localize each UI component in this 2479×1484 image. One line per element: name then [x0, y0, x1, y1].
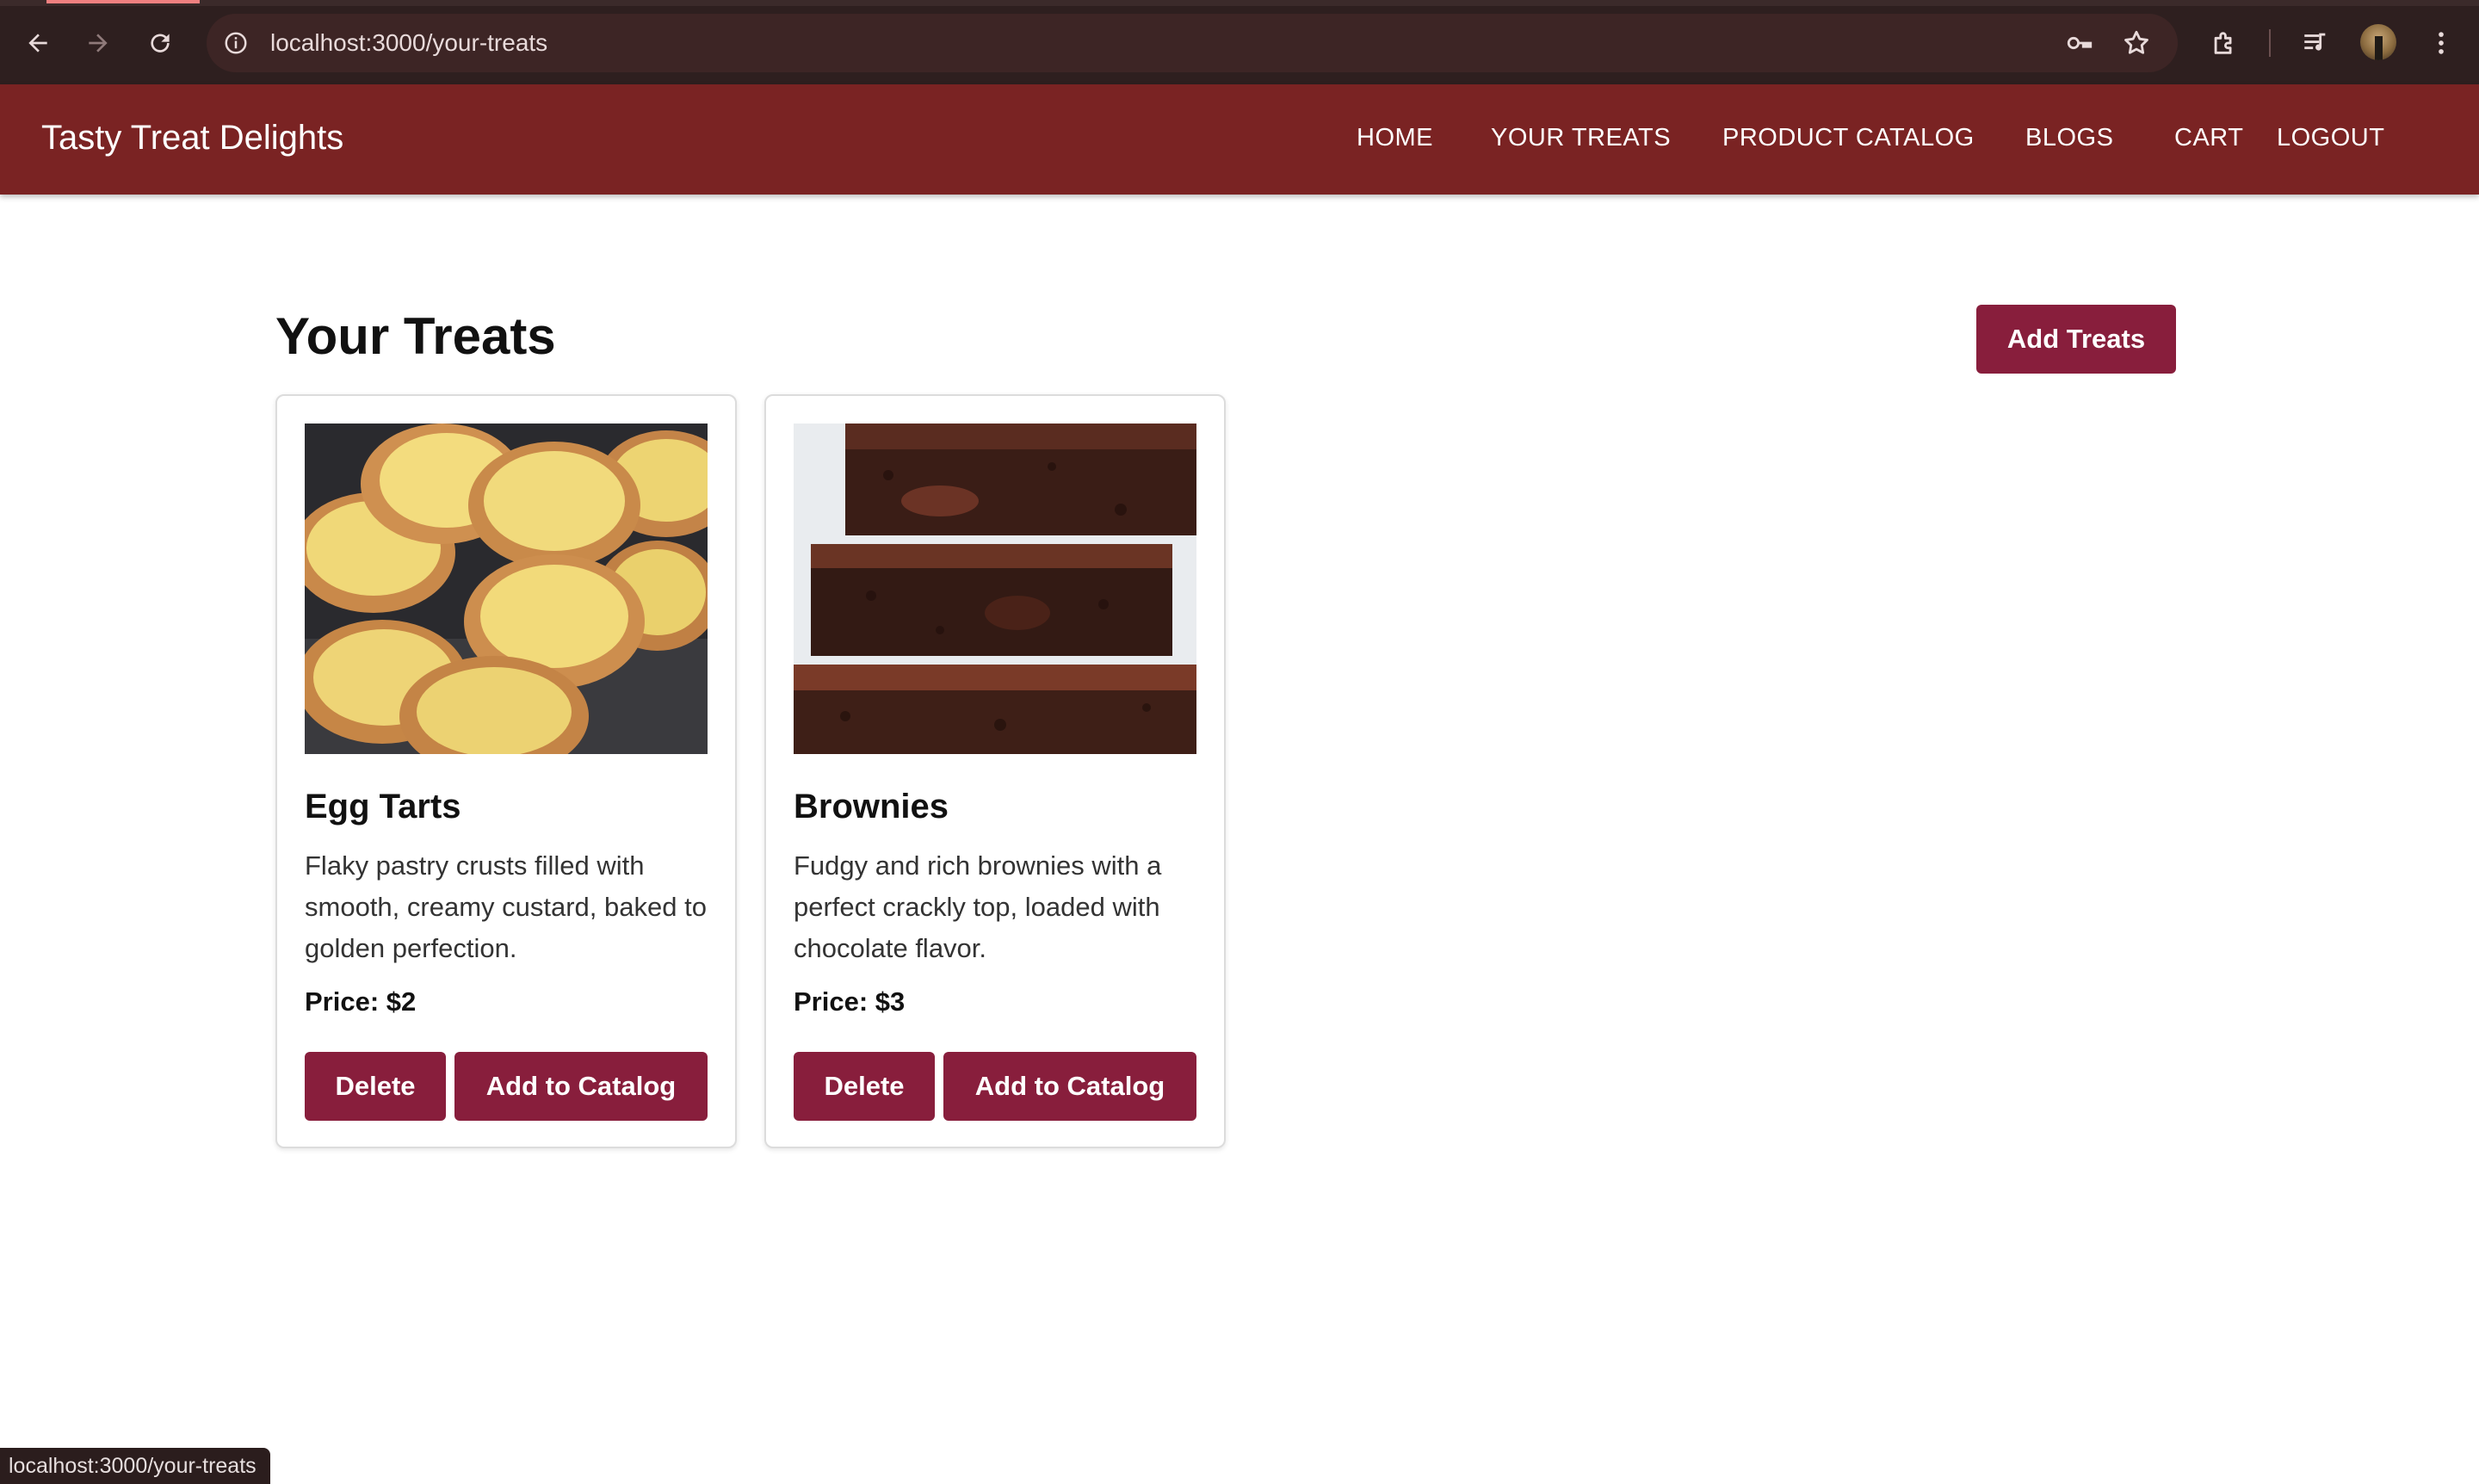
browser-toolbar: localhost:3000/your-treats	[0, 0, 2479, 84]
nav-logout[interactable]: LOGOUT	[2277, 122, 2384, 153]
add-treats-button[interactable]: Add Treats	[1976, 305, 2176, 374]
reload-icon[interactable]	[139, 22, 181, 64]
tab-loading-indicator	[46, 0, 200, 3]
treat-name: Egg Tarts	[305, 788, 461, 825]
bookmark-star-icon[interactable]	[2119, 28, 2154, 59]
treat-description: Fudgy and rich brownies with a perfect c…	[794, 850, 1162, 963]
more-menu-icon[interactable]	[2420, 22, 2462, 64]
site-header: Tasty Treat Delights HOME YOUR TREATS PR…	[0, 84, 2479, 195]
toolbar-separator	[2269, 29, 2271, 57]
treat-price: Price: $2	[305, 986, 417, 1017]
site-info-icon[interactable]	[220, 28, 251, 59]
extensions-icon[interactable]	[2204, 22, 2245, 64]
nav-your-treats[interactable]: YOUR TREATS	[1491, 122, 1671, 153]
url-text[interactable]: localhost:3000/your-treats	[270, 29, 547, 57]
treat-card: Brownies Fudgy and rich brownies with a …	[764, 394, 1226, 1148]
media-control-icon[interactable]	[2295, 22, 2336, 64]
page-title: Your Treats	[275, 307, 556, 365]
delete-button[interactable]: Delete	[305, 1052, 446, 1121]
password-key-icon[interactable]	[2062, 28, 2097, 59]
nav-cart[interactable]: CART	[2174, 122, 2243, 153]
nav-home[interactable]: HOME	[1357, 122, 1433, 153]
status-bar-url: localhost:3000/your-treats	[0, 1448, 270, 1484]
treat-name: Brownies	[794, 788, 949, 825]
add-to-catalog-button[interactable]: Add to Catalog	[454, 1052, 708, 1121]
delete-button[interactable]: Delete	[794, 1052, 935, 1121]
nav-blogs[interactable]: BLOGS	[2025, 122, 2113, 153]
address-bar[interactable]: localhost:3000/your-treats	[207, 14, 2178, 72]
profile-avatar[interactable]	[2360, 24, 2396, 60]
add-to-catalog-button[interactable]: Add to Catalog	[943, 1052, 1196, 1121]
treat-price: Price: $3	[794, 986, 906, 1017]
brand-title[interactable]: Tasty Treat Delights	[41, 117, 343, 158]
tab-strip	[0, 0, 2479, 6]
back-icon[interactable]	[17, 22, 59, 64]
nav-product-catalog[interactable]: PRODUCT CATALOG	[1722, 122, 1975, 153]
treat-card: Egg Tarts Flaky pastry crusts filled wit…	[275, 394, 737, 1148]
forward-icon[interactable]	[77, 22, 119, 64]
treat-description: Flaky pastry crusts filled with smooth, …	[305, 850, 707, 963]
egg-tarts-image	[305, 424, 708, 754]
brownies-image	[794, 424, 1196, 754]
